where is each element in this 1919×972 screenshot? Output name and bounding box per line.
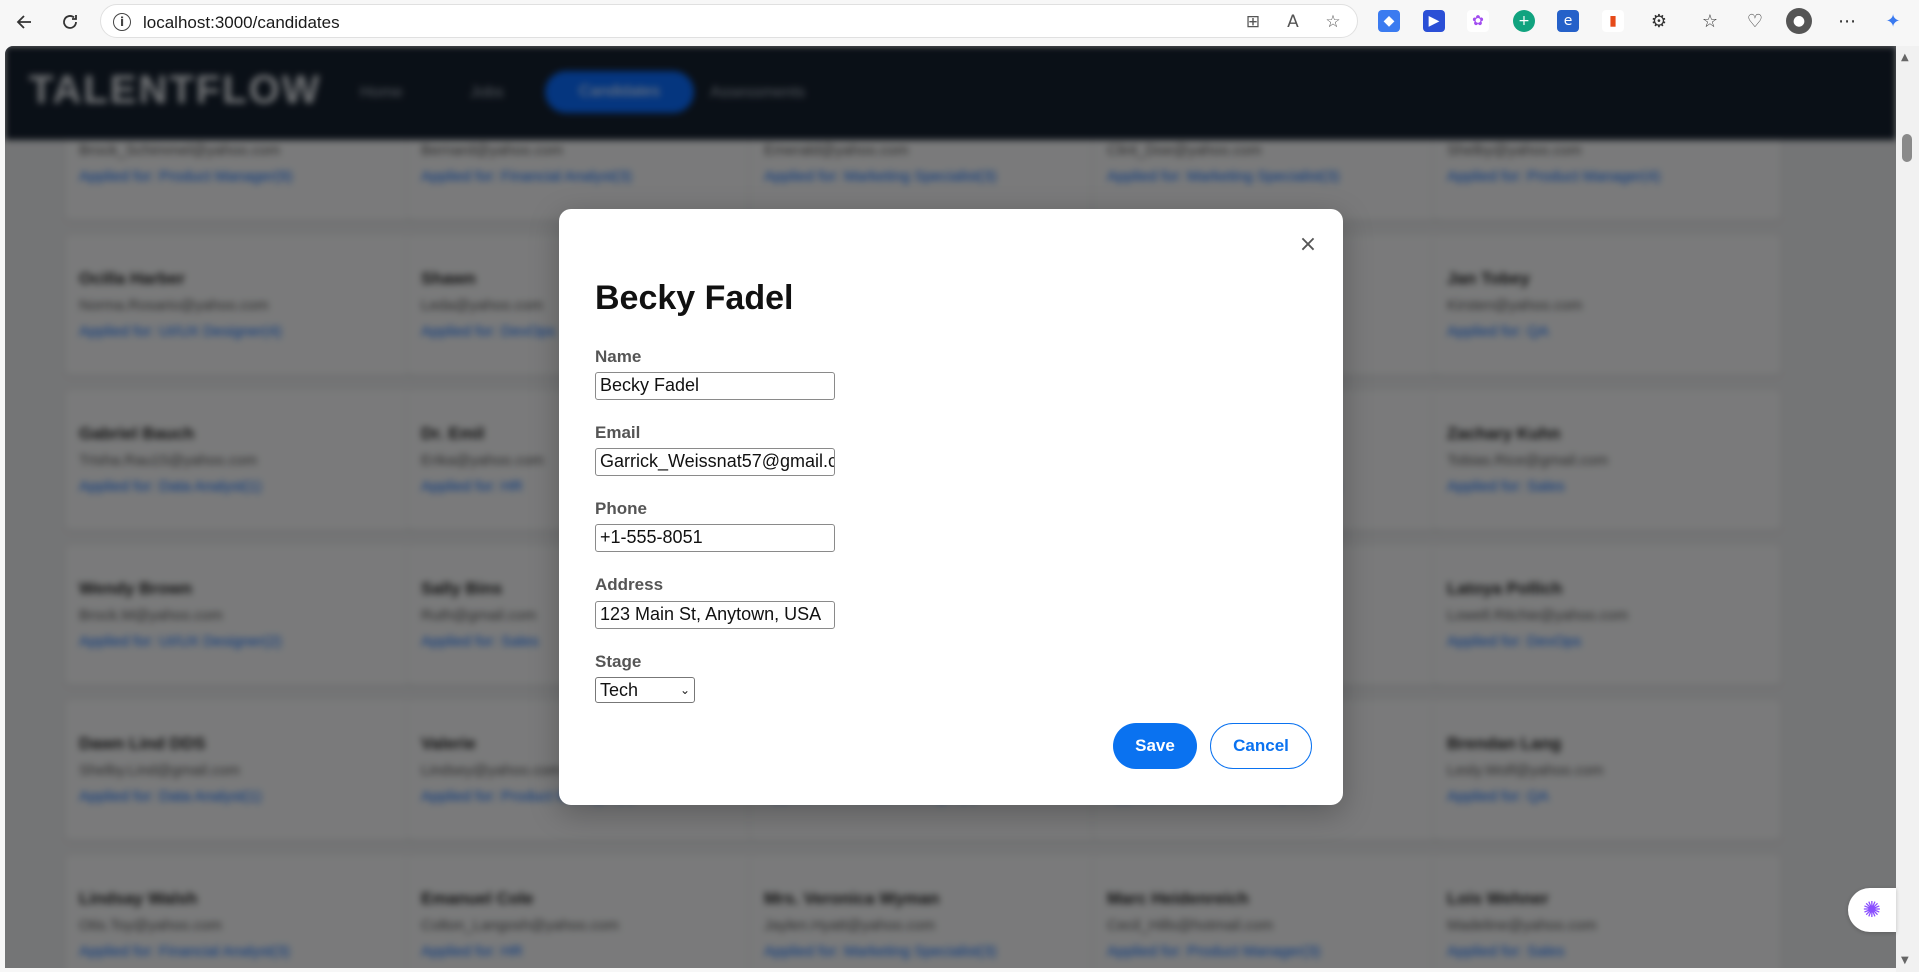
- address-field[interactable]: 123 Main St, Anytown, USA: [595, 601, 835, 629]
- back-icon[interactable]: [10, 7, 40, 37]
- favorite-star-icon[interactable]: ☆: [1323, 12, 1343, 32]
- extension-3-icon[interactable]: ✿: [1467, 10, 1489, 32]
- cancel-button[interactable]: Cancel: [1210, 723, 1312, 769]
- name-label: Name: [595, 347, 642, 366]
- extensions-icon[interactable]: ⚙: [1646, 8, 1672, 34]
- extension-4-icon[interactable]: +: [1513, 10, 1535, 32]
- stage-select[interactable]: Tech ⌄: [595, 677, 695, 703]
- chevron-down-icon: ⌄: [679, 683, 690, 697]
- extension-6-icon[interactable]: ▮: [1602, 10, 1624, 32]
- name-field[interactable]: Becky Fadel: [595, 372, 835, 400]
- extension-1-icon[interactable]: ◆: [1378, 10, 1400, 32]
- refresh-icon[interactable]: [55, 7, 85, 37]
- phone-field[interactable]: +1-555-8051: [595, 524, 835, 552]
- scrollbar-thumb[interactable]: [1902, 134, 1912, 162]
- scroll-down-icon[interactable]: ▼: [1901, 955, 1909, 966]
- phone-label: Phone: [595, 499, 647, 518]
- browser-toolbar: i localhost:3000/candidates ⊞ A ☆ ◆ ▶ ✿ …: [0, 0, 1919, 46]
- extension-5-icon[interactable]: e: [1557, 10, 1579, 32]
- email-field[interactable]: Garrick_Weissnat57@gmail.com: [595, 448, 835, 476]
- candidate-edit-modal: × Becky Fadel Name Becky Fadel Email Gar…: [559, 209, 1343, 805]
- save-button[interactable]: Save: [1113, 723, 1197, 769]
- stage-select-value: Tech: [600, 679, 639, 700]
- favorites-icon[interactable]: ☆: [1697, 8, 1723, 34]
- address-bar[interactable]: i localhost:3000/candidates ⊞ A ☆: [100, 4, 1358, 38]
- modal-title: Becky Fadel: [595, 279, 794, 317]
- vertical-scrollbar[interactable]: ▲ ▼: [1896, 46, 1919, 972]
- email-label: Email: [595, 423, 641, 442]
- site-info-icon[interactable]: i: [113, 13, 131, 31]
- close-icon[interactable]: ×: [1295, 231, 1321, 257]
- address-label: Address: [595, 575, 664, 594]
- more-icon[interactable]: ⋯: [1834, 8, 1860, 34]
- page-viewport: Brock_Schimmel@yahoo.comApplied for: Pro…: [5, 46, 1896, 968]
- assistant-icon[interactable]: ✺: [1848, 888, 1896, 932]
- url-text: localhost:3000/candidates: [143, 13, 340, 32]
- split-screen-icon[interactable]: ⊞: [1243, 12, 1263, 32]
- health-icon[interactable]: ♡: [1742, 8, 1768, 34]
- copilot-icon[interactable]: ✦: [1880, 8, 1906, 34]
- read-aloud-icon[interactable]: A: [1283, 12, 1303, 32]
- stage-label: Stage: [595, 652, 642, 671]
- profile-icon[interactable]: ●: [1786, 8, 1812, 34]
- extension-2-icon[interactable]: ▶: [1423, 10, 1445, 32]
- scroll-up-icon[interactable]: ▲: [1901, 52, 1909, 63]
